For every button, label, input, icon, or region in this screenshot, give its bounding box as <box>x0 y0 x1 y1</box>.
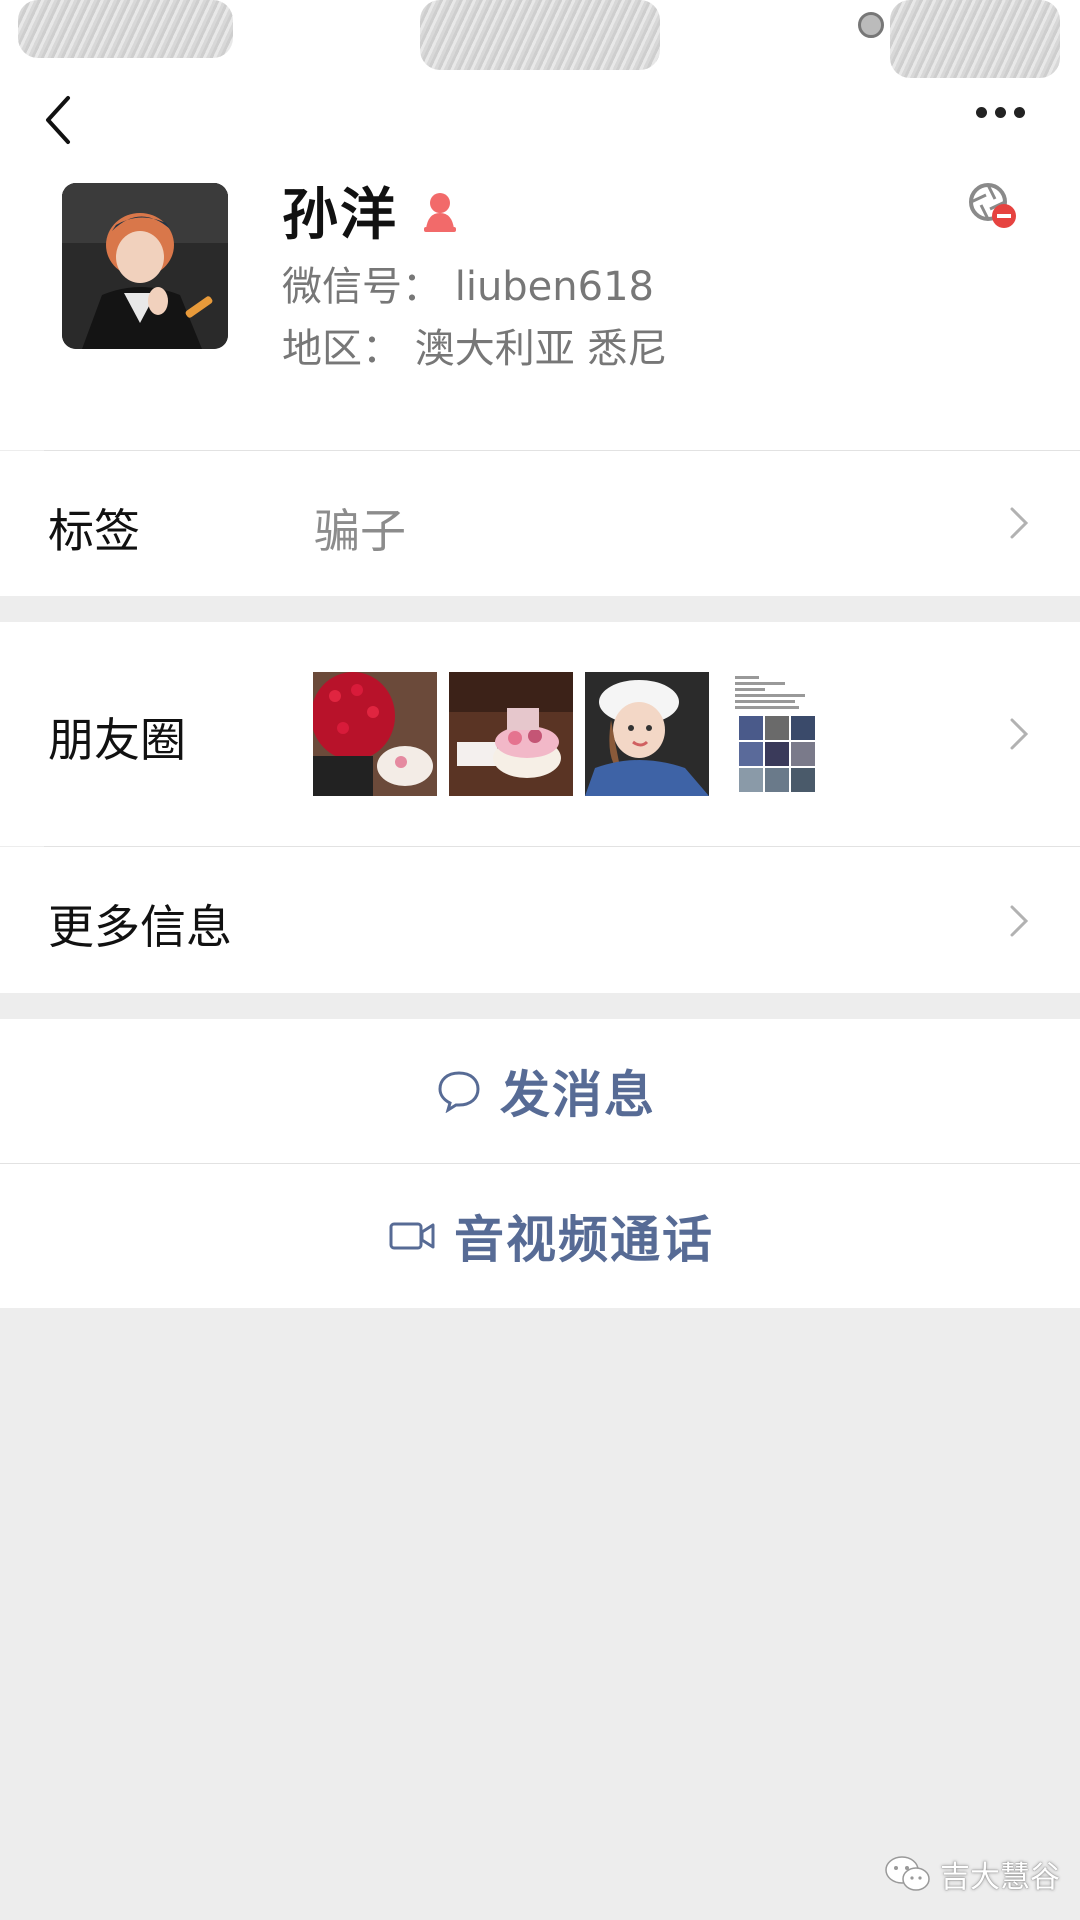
video-camera-icon <box>389 1222 435 1250</box>
wechat-logo-icon <box>885 1856 930 1891</box>
wechat-id: 微信号： liuben618 <box>282 264 654 310</box>
watermark: 吉大慧谷 <box>884 1852 1060 1896</box>
moments-label: 朋友圈 <box>48 713 186 767</box>
chevron-right-icon <box>1010 507 1029 539</box>
avatar-photo <box>62 183 228 349</box>
alarm-icon <box>858 12 884 38</box>
redacted-status-right <box>890 0 1060 78</box>
profile-header: 孙洋 微信号： liuben618 地区： 澳大利亚 悉尼 <box>0 78 1080 450</box>
back-arrow-icon[interactable] <box>40 90 80 150</box>
watermark-text: 吉大慧谷 <box>940 1860 1060 1895</box>
avatar[interactable] <box>62 183 228 349</box>
video-call-row[interactable]: 音视频通话 <box>0 1164 1080 1308</box>
send-message-row[interactable]: 发消息 <box>0 1019 1080 1163</box>
video-call-button[interactable]: 音视频通话 <box>388 1164 714 1308</box>
blocked-moments-icon <box>969 183 1016 228</box>
moments-thumbnail-roses <box>313 672 437 796</box>
tag-row[interactable]: 标签 骗子 <box>0 451 1080 596</box>
chevron-right-icon <box>1010 718 1029 750</box>
send-message-label: 发消息 <box>500 1066 656 1124</box>
tag-label: 标签 <box>48 504 140 558</box>
moments-thumbnail-selfie <box>585 672 709 796</box>
moments-thumbnail-cake <box>449 672 573 796</box>
video-call-label: 音视频通话 <box>454 1211 714 1269</box>
more-info-row[interactable]: 更多信息 <box>0 847 1080 993</box>
contact-name: 孙洋 <box>282 183 398 248</box>
redacted-status-center <box>420 0 660 70</box>
region: 地区： 澳大利亚 悉尼 <box>282 326 668 372</box>
contact-profile-page: 孙洋 微信号： liuben618 地区： 澳大利亚 悉尼 标签 骗子 朋友圈 <box>0 0 1080 1920</box>
chevron-right-icon <box>1010 905 1029 937</box>
more-options-icon[interactable] <box>976 100 1036 124</box>
chat-bubble-icon <box>438 1071 480 1113</box>
dot <box>1014 106 1025 118</box>
moments-thumbnail-screenshot <box>721 672 845 796</box>
dot <box>976 106 987 118</box>
send-message-button[interactable]: 发消息 <box>436 1019 656 1163</box>
name-row: 孙洋 <box>282 170 460 251</box>
more-info-label: 更多信息 <box>48 900 232 954</box>
female-icon <box>424 192 456 232</box>
dot <box>995 106 1006 118</box>
status-bar <box>0 0 1080 78</box>
tag-value: 骗子 <box>314 504 406 558</box>
redacted-status-left <box>18 0 233 58</box>
